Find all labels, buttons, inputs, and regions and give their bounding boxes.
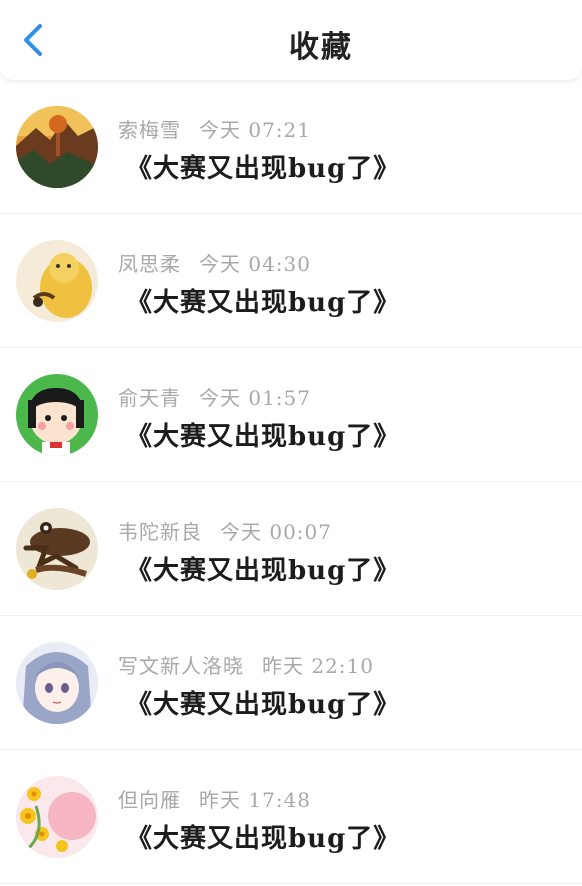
author-name: 索梅雪	[118, 118, 181, 142]
item-title: 《大赛又出现bug了》	[126, 824, 401, 854]
favorite-item[interactable]: 写文新人洛晓 昨天 22:10 《大赛又出现bug了》	[0, 616, 582, 750]
item-title: 《大赛又出现bug了》	[126, 556, 401, 586]
author-name: 凤思柔	[118, 252, 181, 276]
favorite-item[interactable]: 索梅雪 今天 07:21 《大赛又出现bug了》	[0, 80, 582, 214]
timestamp: 今天 01:57	[199, 386, 311, 410]
favorites-page: 收藏 索梅雪 今天 07:21 《大赛又出现bug了》 凤思柔 今天 04:30…	[0, 0, 582, 886]
timestamp: 昨天 22:10	[262, 654, 374, 678]
item-meta: 但向雁 昨天 17:48	[118, 784, 311, 813]
author-name: 但向雁	[118, 788, 181, 812]
avatar	[16, 776, 98, 858]
avatar	[16, 508, 98, 590]
page-title: 收藏	[289, 30, 353, 65]
item-title: 《大赛又出现bug了》	[126, 288, 401, 318]
avatar	[16, 374, 98, 456]
top-bar: 收藏	[0, 0, 582, 80]
item-meta: 韦陀新良 今天 00:07	[118, 516, 332, 545]
item-title: 《大赛又出现bug了》	[126, 422, 401, 452]
avatar	[16, 106, 98, 188]
favorites-list: 索梅雪 今天 07:21 《大赛又出现bug了》 凤思柔 今天 04:30 《大…	[0, 80, 582, 884]
favorite-item[interactable]: 韦陀新良 今天 00:07 《大赛又出现bug了》	[0, 482, 582, 616]
favorite-item[interactable]: 凤思柔 今天 04:30 《大赛又出现bug了》	[0, 214, 582, 348]
favorite-item[interactable]: 但向雁 昨天 17:48 《大赛又出现bug了》	[0, 750, 582, 884]
item-meta: 凤思柔 今天 04:30	[118, 248, 311, 277]
item-meta: 写文新人洛晓 昨天 22:10	[118, 650, 374, 679]
author-name: 俞天青	[118, 386, 181, 410]
timestamp: 昨天 17:48	[199, 788, 311, 812]
avatar	[16, 642, 98, 724]
item-meta: 俞天青 今天 01:57	[118, 382, 311, 411]
timestamp: 今天 07:21	[199, 118, 311, 142]
author-name: 写文新人洛晓	[118, 654, 244, 678]
avatar	[16, 240, 98, 322]
timestamp: 今天 04:30	[199, 252, 311, 276]
item-meta: 索梅雪 今天 07:21	[118, 114, 311, 143]
author-name: 韦陀新良	[118, 520, 202, 544]
item-title: 《大赛又出现bug了》	[126, 154, 401, 184]
timestamp: 今天 00:07	[220, 520, 332, 544]
favorite-item[interactable]: 俞天青 今天 01:57 《大赛又出现bug了》	[0, 348, 582, 482]
item-title: 《大赛又出现bug了》	[126, 690, 401, 720]
